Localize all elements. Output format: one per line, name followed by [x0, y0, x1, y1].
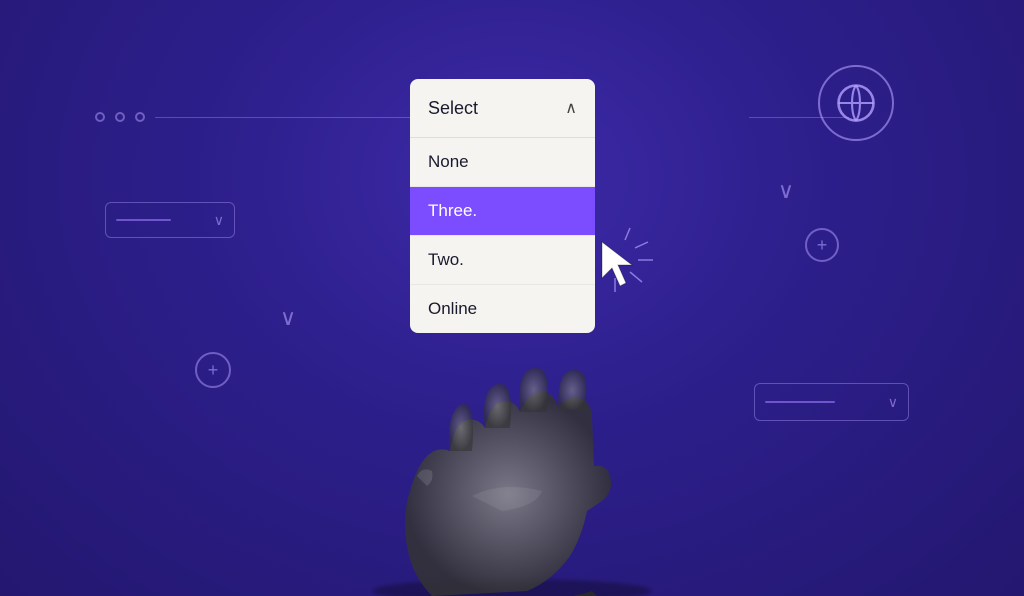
chevron-down-icon-bl: ∨	[280, 305, 296, 331]
chevron-down-icon-tr: ∨	[778, 178, 794, 204]
plus-circle-left[interactable]: +	[195, 352, 231, 388]
line-left	[155, 117, 410, 118]
dropdown-line-right	[765, 401, 835, 403]
dropdown-list: None Three. Two. Online	[410, 137, 595, 333]
dot-2	[115, 112, 125, 122]
hand-image	[302, 316, 722, 596]
dot-3	[135, 112, 145, 122]
mini-dropdown-right[interactable]: ∨	[754, 383, 909, 421]
dropdown-line-left	[116, 219, 171, 221]
dot-1	[95, 112, 105, 122]
dropdown-item-none[interactable]: None	[410, 138, 595, 187]
cursor-area	[570, 220, 660, 315]
select-button[interactable]: Select ∧	[410, 79, 595, 137]
plus-circle-right[interactable]: +	[805, 228, 839, 262]
chevron-down-icon-mini-right: ∨	[888, 394, 898, 411]
plus-icon-right: +	[817, 235, 828, 256]
mini-dropdown-left[interactable]: ∨	[105, 202, 235, 238]
main-dropdown[interactable]: Select ∧ None Three. Two. Online	[410, 79, 595, 333]
plus-icon-left: +	[208, 360, 219, 381]
chevron-up-icon: ∧	[565, 98, 577, 118]
hand-svg	[302, 316, 722, 596]
dropdown-item-three[interactable]: Three.	[410, 187, 595, 236]
cursor-sparkle-svg	[570, 220, 660, 310]
chevron-down-icon-mini-left: ∨	[214, 212, 224, 229]
wordpress-logo	[818, 65, 894, 141]
select-label: Select	[428, 98, 478, 119]
decorative-dots	[95, 112, 145, 122]
dropdown-item-two[interactable]: Two.	[410, 236, 595, 285]
